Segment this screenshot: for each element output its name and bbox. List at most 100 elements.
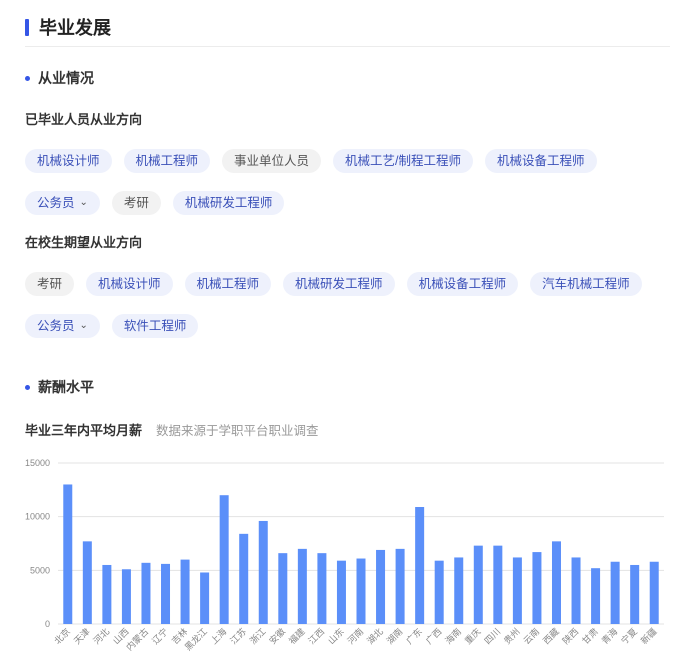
bar[interactable]	[121, 569, 131, 624]
x-tick-label: 广西	[423, 626, 444, 647]
bar[interactable]	[649, 561, 659, 624]
bar[interactable]	[161, 563, 171, 624]
x-tick-label: 贵州	[501, 626, 522, 647]
chevron-down-icon: ⌄	[79, 197, 88, 208]
x-tick-label: 广东	[404, 626, 425, 647]
x-tick-label: 宁夏	[619, 626, 640, 647]
tag-label: 机械设备工程师	[418, 277, 507, 291]
tag-graduated[interactable]: 机械工程师	[123, 149, 211, 173]
salary-heading: 薪酬水平	[38, 379, 94, 395]
bar[interactable]	[532, 552, 542, 624]
y-tick-label: 15000	[25, 458, 50, 468]
tag-label: 机械工艺/制程工程师	[345, 154, 462, 168]
x-tick-label: 新疆	[638, 626, 659, 647]
tag-label: 公务员	[37, 319, 75, 333]
x-tick-label: 江西	[307, 626, 327, 646]
bar[interactable]	[278, 553, 288, 624]
tag-label: 考研	[37, 277, 63, 291]
tag-label: 软件工程师	[123, 319, 187, 333]
salary-section-heading: 薪酬水平	[25, 377, 94, 397]
page-title: 毕业发展	[39, 18, 111, 38]
tag-graduated[interactable]: 机械工艺/制程工程师	[333, 149, 474, 173]
tag-graduated[interactable]: 考研	[111, 191, 161, 215]
y-tick-label: 0	[45, 619, 50, 629]
bar[interactable]	[630, 564, 640, 624]
tag-label: 机械设备工程师	[497, 154, 585, 168]
tag-graduated[interactable]: 事业单位人员	[222, 149, 322, 173]
bar[interactable]	[356, 558, 366, 624]
x-tick-label: 江苏	[228, 626, 249, 647]
tag-student[interactable]: 机械设计师	[86, 272, 173, 296]
bar[interactable]	[512, 557, 522, 624]
tag-label: 汽车机械工程师	[542, 277, 630, 291]
tag-student[interactable]: 软件工程师	[111, 314, 199, 338]
tag-student[interactable]: 机械研发工程师	[283, 272, 395, 296]
bar[interactable]	[454, 557, 464, 624]
tag-label: 事业单位人员	[234, 154, 310, 168]
y-tick-label: 10000	[25, 512, 50, 522]
tag-graduated[interactable]: 机械设备工程师	[485, 149, 597, 173]
tag-label: 机械设计师	[98, 277, 161, 291]
tag-graduated[interactable]: 机械研发工程师	[172, 191, 285, 215]
bar[interactable]	[102, 564, 112, 624]
bar[interactable]	[258, 520, 268, 624]
salary-caption: 毕业三年内平均月薪 数据来源于学职平台职业调查	[25, 420, 319, 438]
bar[interactable]	[141, 562, 151, 624]
tag-student[interactable]: 机械工程师	[184, 272, 272, 296]
bar[interactable]	[415, 507, 425, 624]
graduated-tags-row-2: 公务员 ⌄ 考研 机械研发工程师	[25, 191, 285, 215]
x-tick-label: 河北	[91, 626, 112, 647]
bar[interactable]	[336, 560, 346, 624]
tag-graduated[interactable]: 机械设计师	[25, 149, 112, 173]
bar[interactable]	[376, 549, 386, 624]
bar[interactable]	[219, 495, 229, 624]
tag-label: 机械研发工程师	[184, 196, 273, 210]
student-tags-row-1: 考研 机械设计师 机械工程师 机械研发工程师 机械设备工程师 汽车机械工程师	[25, 272, 642, 296]
bar[interactable]	[473, 545, 483, 624]
bar[interactable]	[82, 541, 92, 624]
title-divider	[25, 46, 670, 47]
x-tick-label: 内蒙古	[124, 626, 151, 653]
x-tick-label: 四川	[482, 626, 502, 646]
x-tick-label: 北京	[52, 626, 73, 647]
graduated-direction-label: 已毕业人员从业方向	[25, 112, 143, 127]
bar[interactable]	[395, 548, 405, 624]
chevron-down-icon: ⌄	[79, 320, 88, 331]
tag-student[interactable]: 汽车机械工程师	[530, 272, 642, 296]
bar[interactable]	[239, 533, 249, 624]
title-accent-bar	[25, 18, 29, 36]
bar[interactable]	[591, 568, 601, 624]
bar[interactable]	[571, 557, 581, 624]
tag-graduated-dropdown[interactable]: 公务员 ⌄	[25, 191, 100, 215]
x-tick-label: 山东	[325, 626, 346, 647]
bar[interactable]	[551, 541, 561, 624]
student-direction-label: 在校生期望从业方向	[25, 235, 143, 250]
x-tick-label: 重庆	[462, 626, 483, 647]
bar[interactable]	[493, 545, 503, 624]
bar[interactable]	[317, 553, 327, 624]
tag-label: 考研	[123, 196, 149, 210]
tag-label: 机械设计师	[37, 154, 100, 168]
page-title-row: 毕业发展	[25, 15, 111, 39]
y-tick-label: 5000	[30, 565, 50, 575]
salary-chart-caption: 毕业三年内平均月薪	[25, 422, 143, 438]
x-tick-label: 上海	[208, 626, 229, 647]
bar[interactable]	[297, 548, 307, 624]
bar[interactable]	[434, 560, 444, 624]
x-tick-label: 河南	[345, 626, 366, 647]
x-tick-label: 湖南	[384, 626, 405, 647]
x-tick-label: 甘肃	[579, 626, 600, 647]
bar[interactable]	[610, 561, 620, 624]
tag-student[interactable]: 考研	[25, 272, 75, 296]
bar[interactable]	[180, 559, 190, 624]
x-tick-label: 天津	[72, 626, 92, 646]
data-source-note: 数据来源于学职平台职业调查	[156, 423, 319, 438]
employment-section-heading: 从业情况	[25, 68, 94, 88]
tag-label: 公务员	[37, 196, 75, 210]
tag-student-dropdown[interactable]: 公务员 ⌄	[25, 314, 100, 338]
bar[interactable]	[63, 484, 73, 624]
bar[interactable]	[200, 572, 210, 624]
x-tick-label: 湖北	[365, 626, 385, 646]
x-tick-label: 福建	[286, 626, 307, 647]
tag-student[interactable]: 机械设备工程师	[406, 272, 519, 296]
